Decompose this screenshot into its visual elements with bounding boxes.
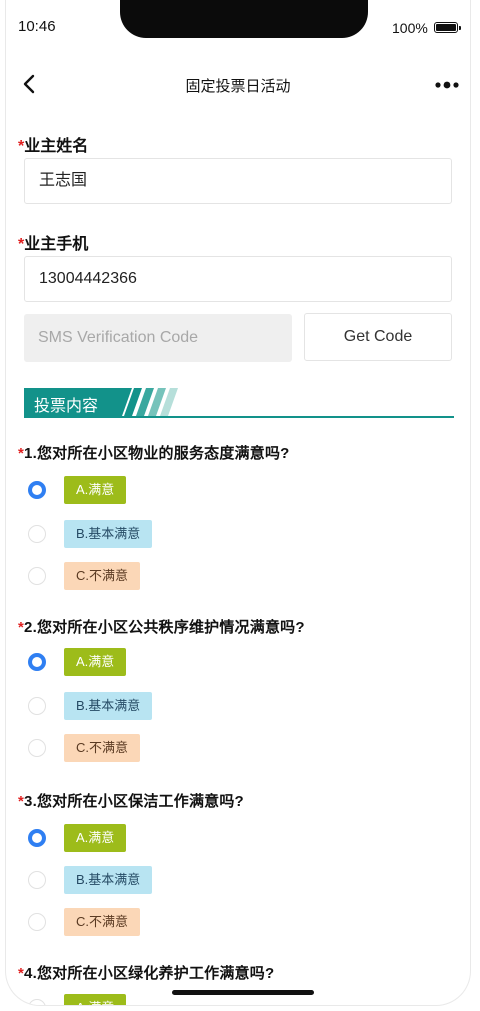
q2-option-c[interactable]: C.不满意 bbox=[64, 734, 141, 762]
section-title: 投票内容 bbox=[34, 398, 99, 415]
q1-option-b[interactable]: B.基本满意 bbox=[64, 520, 153, 548]
status-time: 10:46 bbox=[18, 18, 56, 35]
phone-screen: 10:46 100% 固定投票日活动 *业主姓名 王志国 *业主手机 13004… bbox=[6, 0, 470, 1005]
nav-bar: 固定投票日活动 bbox=[6, 62, 470, 106]
page-title: 固定投票日活动 bbox=[185, 78, 291, 95]
sms-code-input[interactable]: SMS Verification Code bbox=[24, 314, 292, 362]
question-2-title: *2.您对所在小区公共秩序维护情况满意吗? bbox=[18, 619, 305, 636]
q3-option-a[interactable]: A.满意 bbox=[64, 824, 127, 852]
q2-option-c-radio[interactable] bbox=[28, 739, 46, 757]
q1-option-c[interactable]: C.不满意 bbox=[64, 562, 141, 590]
q1-option-c-radio[interactable] bbox=[28, 567, 46, 585]
owner-name-label: *业主姓名 bbox=[18, 138, 89, 155]
q1-option-a-radio[interactable] bbox=[28, 481, 46, 499]
question-1-title: *1.您对所在小区物业的服务态度满意吗? bbox=[18, 445, 290, 462]
question-3-title: *3.您对所在小区保洁工作满意吗? bbox=[18, 793, 244, 810]
q2-option-b[interactable]: B.基本满意 bbox=[64, 692, 153, 720]
q3-option-b-radio[interactable] bbox=[28, 871, 46, 889]
q3-option-a-radio[interactable] bbox=[28, 829, 46, 847]
battery-percent: 100% bbox=[392, 20, 428, 36]
get-code-button[interactable]: Get Code bbox=[304, 313, 452, 361]
q3-option-c-radio[interactable] bbox=[28, 913, 46, 931]
section-header: 投票内容 bbox=[24, 384, 454, 420]
question-4-title: *4.您对所在小区绿化养护工作满意吗? bbox=[18, 965, 275, 982]
q2-option-b-radio[interactable] bbox=[28, 697, 46, 715]
more-icon[interactable] bbox=[430, 76, 464, 92]
q2-option-a[interactable]: A.满意 bbox=[64, 648, 127, 676]
q3-option-c[interactable]: C.不满意 bbox=[64, 908, 141, 936]
q3-option-b[interactable]: B.基本满意 bbox=[64, 866, 153, 894]
owner-name-field[interactable]: 王志国 bbox=[24, 158, 452, 204]
q1-option-b-radio[interactable] bbox=[28, 525, 46, 543]
battery-icon bbox=[434, 22, 461, 33]
owner-phone-field[interactable]: 13004442366 bbox=[24, 256, 452, 302]
owner-phone-label: *业主手机 bbox=[18, 236, 89, 253]
q4-option-a-radio[interactable] bbox=[28, 999, 46, 1005]
q2-option-a-radio[interactable] bbox=[28, 653, 46, 671]
q4-option-a[interactable]: A.满意 bbox=[64, 994, 127, 1005]
device-notch bbox=[120, 0, 368, 38]
home-indicator bbox=[172, 990, 314, 995]
section-divider bbox=[24, 416, 454, 418]
q1-option-a[interactable]: A.满意 bbox=[64, 476, 127, 504]
